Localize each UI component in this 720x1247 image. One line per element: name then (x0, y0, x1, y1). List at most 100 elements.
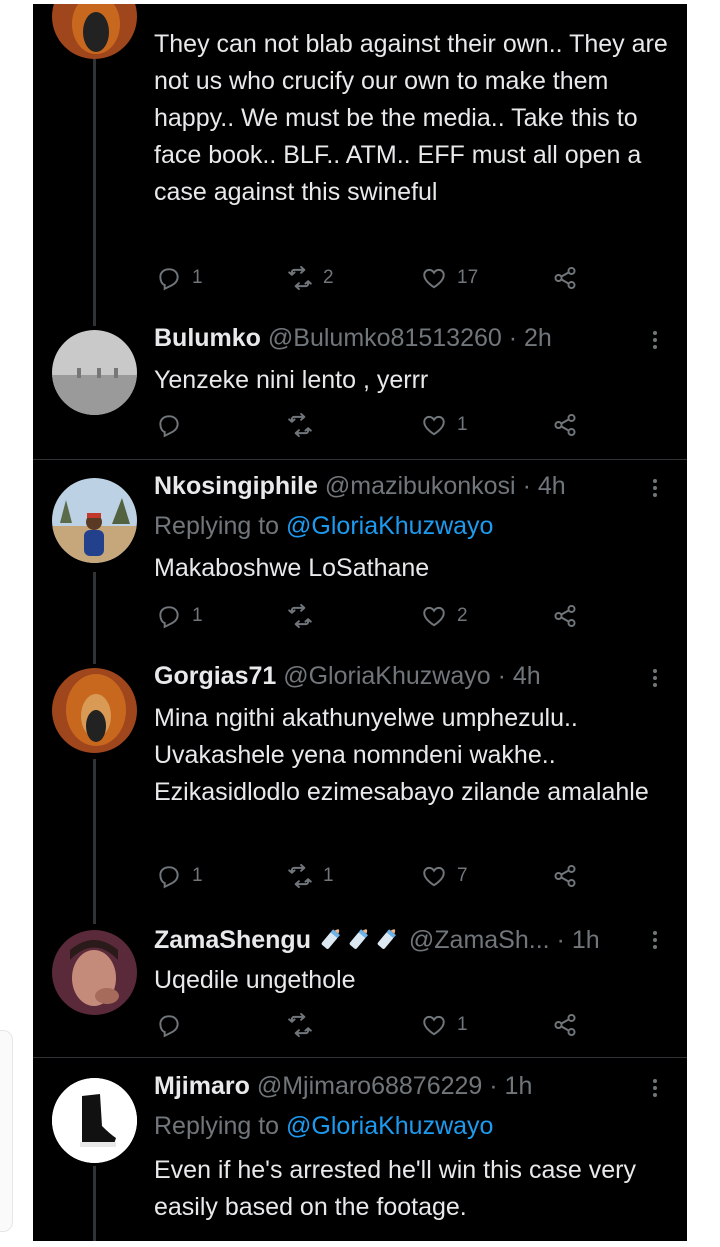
like-button[interactable]: 7 (421, 860, 468, 892)
tweet[interactable]: Nkosingiphile @mazibukonkosi · 4h Replyi… (33, 472, 687, 652)
user-handle[interactable]: @Mjimaro68876229 (257, 1072, 483, 1100)
retweet-button[interactable] (287, 409, 323, 441)
tweet-text: Uqedile ungethole (154, 966, 356, 994)
retweet-icon (288, 412, 312, 438)
display-name-emojis (311, 926, 402, 954)
tweet[interactable]: Mjimaro @Mjimaro68876229 · 1h Replying t… (33, 1072, 687, 1241)
baby-bottle-icon (321, 929, 340, 949)
retweet-icon (288, 863, 312, 889)
reply-count: 1 (192, 267, 203, 288)
tweet-actions: 1 (154, 1009, 594, 1041)
replying-to: Replying to @GloriaKhuzwayo (154, 1112, 493, 1141)
like-icon (423, 415, 445, 436)
like-icon (423, 268, 445, 289)
baby-bottle-icon (377, 929, 396, 949)
avatar[interactable] (52, 930, 137, 1015)
replying-to-label: Replying to (154, 1112, 280, 1140)
share-button[interactable] (552, 409, 578, 441)
like-count: 1 (457, 414, 468, 435)
replying-to-label: Replying to (154, 512, 280, 540)
retweet-button[interactable] (287, 600, 323, 632)
tweet[interactable]: Bulumko @Bulumko81513260 · 2h Yenzeke ni… (33, 324, 687, 459)
tweet-header: ZamaShengu @ZamaSh... · 1h (154, 924, 654, 956)
user-handle[interactable]: @mazibukonkosi (325, 472, 516, 500)
tweet-text: Mina ngithi akathunyelwe umphezulu.. Uva… (154, 704, 649, 806)
like-count: 1 (457, 1014, 468, 1035)
tweet[interactable]: They can not blab against their own.. Th… (33, 4, 687, 320)
retweet-button[interactable] (287, 1009, 323, 1041)
timestamp[interactable]: · 4h (523, 472, 566, 500)
divider (33, 1057, 687, 1058)
share-button[interactable] (552, 600, 578, 632)
more-icon[interactable] (647, 328, 663, 352)
like-button[interactable]: 1 (421, 1009, 468, 1041)
reply-button[interactable]: 1 (156, 860, 203, 892)
retweet-icon (288, 603, 312, 629)
reply-icon (159, 1015, 179, 1038)
reply-icon (159, 268, 179, 291)
tweet[interactable]: Gorgias71 @GloriaKhuzwayo · 4h Mina ngit… (33, 662, 687, 902)
user-handle[interactable]: @Bulumko81513260 (268, 324, 502, 352)
replying-to-handle[interactable]: @GloriaKhuzwayo (286, 1112, 493, 1140)
like-count: 2 (457, 605, 468, 626)
like-button[interactable]: 2 (421, 600, 468, 632)
retweet-count: 2 (323, 267, 334, 288)
replying-to-handle[interactable]: @GloriaKhuzwayo (286, 512, 493, 540)
reply-icon (159, 866, 179, 889)
more-icon[interactable] (647, 476, 663, 500)
display-name[interactable]: Mjimaro (154, 1072, 250, 1100)
retweet-button[interactable]: 2 (287, 262, 334, 294)
background-panel-edge (0, 1030, 13, 1232)
like-icon (423, 866, 445, 887)
tweet-header: Nkosingiphile @mazibukonkosi · 4h (154, 472, 654, 504)
tweet-text: They can not blab against their own.. Th… (154, 30, 668, 206)
display-name[interactable]: Nkosingiphile (154, 472, 318, 500)
display-name[interactable]: Gorgias71 (154, 662, 276, 690)
like-button[interactable]: 1 (421, 409, 468, 441)
tweet-actions: 1 2 17 (154, 262, 594, 294)
tweet-actions: 1 2 (154, 600, 594, 632)
share-button[interactable] (552, 1009, 578, 1041)
tweet-actions: 1 (154, 409, 594, 441)
reply-count: 1 (192, 605, 203, 626)
baby-bottle-icon (349, 929, 368, 949)
share-button[interactable] (552, 860, 578, 892)
retweet-icon (288, 1012, 312, 1038)
display-name[interactable]: Bulumko (154, 324, 261, 352)
reply-icon (159, 606, 179, 629)
reply-count: 1 (192, 865, 203, 886)
more-icon[interactable] (647, 928, 663, 952)
retweet-icon (288, 265, 312, 291)
like-icon (423, 1015, 445, 1036)
tweet-text: Makaboshwe LoSathane (154, 554, 430, 582)
avatar[interactable] (52, 1078, 137, 1163)
tweet-header: Mjimaro @Mjimaro68876229 · 1h (154, 1072, 654, 1104)
share-button[interactable] (552, 262, 578, 294)
timestamp[interactable]: · 1h (489, 1072, 532, 1100)
more-icon[interactable] (647, 666, 663, 690)
retweet-count: 1 (323, 865, 334, 886)
more-icon[interactable] (647, 1076, 663, 1100)
avatar[interactable] (52, 478, 137, 563)
timestamp[interactable]: · 2h (509, 324, 552, 352)
reply-button[interactable]: 1 (156, 262, 203, 294)
timestamp[interactable]: · 4h (498, 662, 541, 690)
share-icon (554, 864, 576, 888)
tweet-text: Yenzeke nini lento , yerrr (154, 366, 429, 394)
share-icon (554, 604, 576, 628)
display-name[interactable]: ZamaShengu (154, 926, 311, 954)
avatar[interactable] (52, 4, 137, 59)
tweet[interactable]: ZamaShengu @ZamaSh... · 1h Uqedile unget… (33, 924, 687, 1056)
reply-button[interactable] (156, 409, 192, 441)
like-button[interactable]: 17 (421, 262, 478, 294)
avatar[interactable] (52, 330, 137, 415)
user-handle[interactable]: @GloriaKhuzwayo (283, 662, 490, 690)
user-handle[interactable]: @ZamaSh... (409, 926, 550, 954)
tweet-actions: 1 1 7 (154, 860, 594, 892)
reply-button[interactable] (156, 1009, 192, 1041)
retweet-button[interactable]: 1 (287, 860, 334, 892)
avatar[interactable] (52, 668, 137, 753)
share-icon (554, 266, 576, 290)
reply-button[interactable]: 1 (156, 600, 203, 632)
timestamp[interactable]: · 1h (557, 926, 600, 954)
